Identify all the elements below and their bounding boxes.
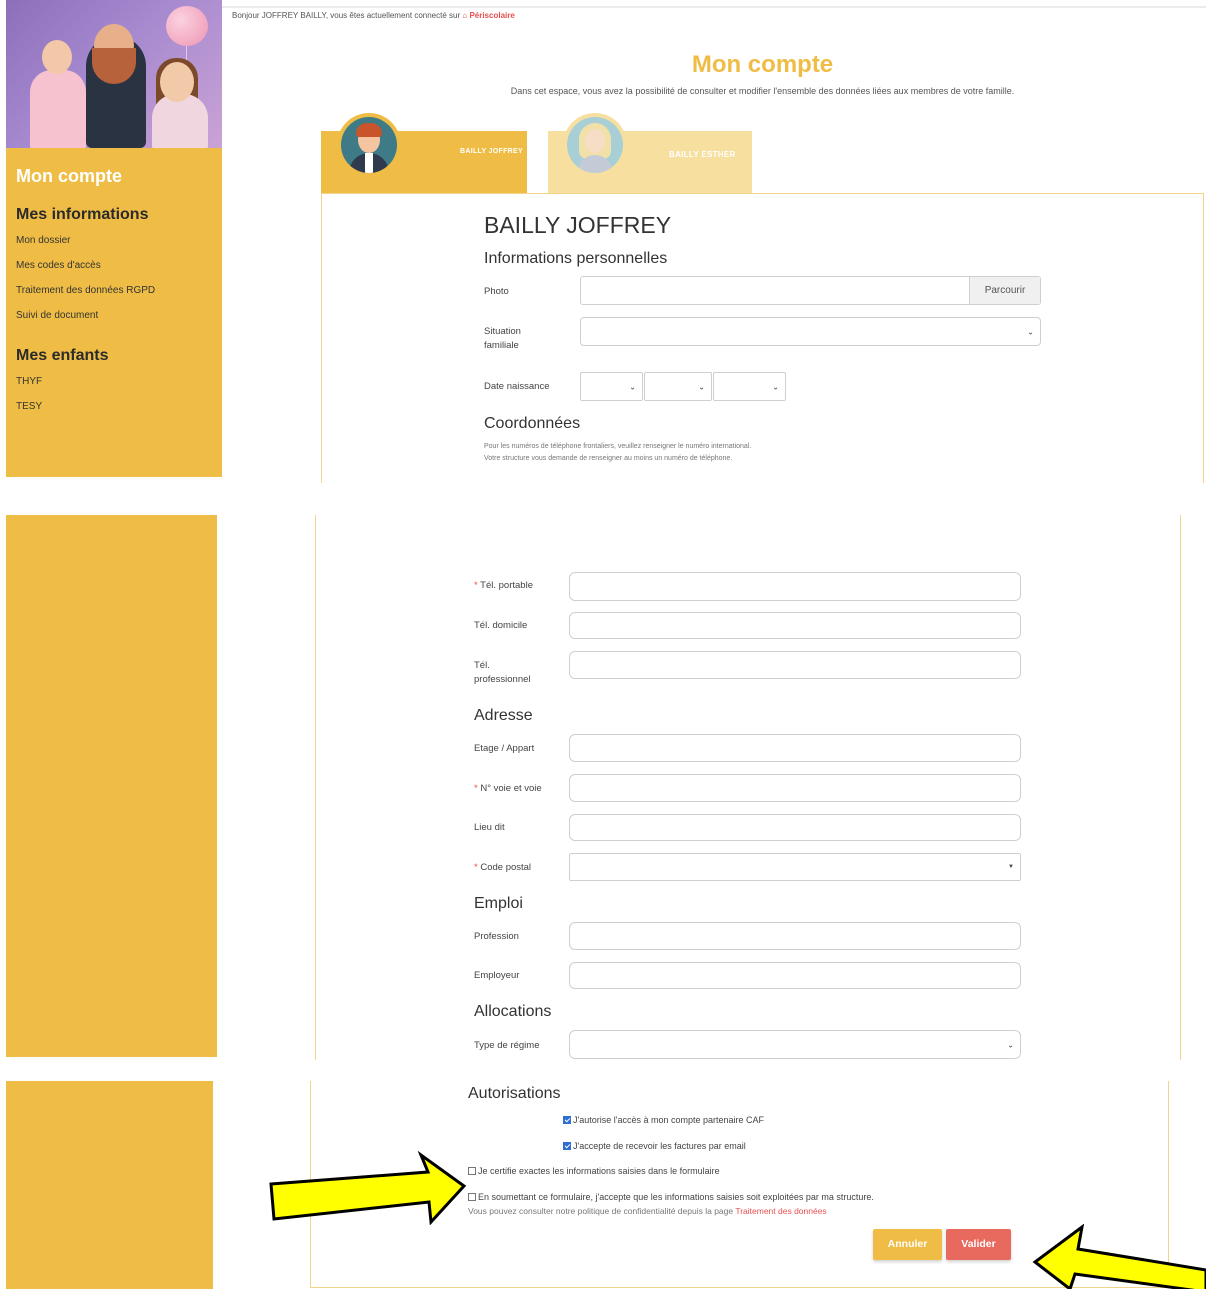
checkbox-unchecked-icon[interactable]	[468, 1167, 476, 1175]
contact-note: Votre structure vous demande de renseign…	[484, 455, 733, 462]
chevron-down-icon: ⌄	[772, 382, 779, 391]
privacy-policy-note: Vous pouvez consulter notre politique de…	[468, 1206, 827, 1216]
chevron-down-icon: ⌄	[1007, 1040, 1014, 1049]
sidebar-heading-informations: Mes informations	[16, 206, 149, 223]
left-arrow-icon	[1032, 1224, 1206, 1289]
person-name: BAILLY JOFFREY	[484, 212, 672, 238]
sidebar: Mon compte Mes informations Mon dossier …	[6, 0, 222, 477]
sidebar-heading-children: Mes enfants	[16, 347, 109, 364]
submit-button[interactable]: Valider	[946, 1229, 1011, 1260]
work-phone-input[interactable]	[569, 651, 1021, 679]
profession-input[interactable]	[569, 922, 1021, 950]
floor-label: Etage / Appart	[474, 743, 535, 754]
page-intro: Dans cet espace, vous avez la possibilit…	[510, 86, 1015, 96]
locality-input[interactable]	[569, 814, 1021, 841]
street-input[interactable]	[569, 774, 1021, 802]
regime-label: Type de régime	[474, 1040, 540, 1051]
consent-checkbox[interactable]: En soumettant ce formulaire, j'accepte q…	[468, 1192, 874, 1202]
home-phone-label: Tél. domicile	[474, 620, 528, 631]
regime-select[interactable]: ⌄	[569, 1030, 1021, 1059]
avatar-man-icon[interactable]	[337, 113, 401, 177]
sidebar-item-child[interactable]: THYF	[16, 376, 42, 387]
portal-link[interactable]: Périscolaire	[469, 11, 514, 20]
balloon-shape	[166, 6, 208, 46]
address-heading: Adresse	[474, 707, 533, 724]
checkbox-checked-icon[interactable]	[563, 1116, 571, 1124]
chevron-down-icon: ⌄	[629, 382, 636, 391]
sidebar-title[interactable]: Mon compte	[16, 166, 122, 187]
authorizations-heading: Autorisations	[468, 1085, 561, 1102]
chevron-down-icon: ⌄	[698, 382, 705, 391]
allowance-heading: Allocations	[474, 1003, 552, 1020]
job-heading: Emploi	[474, 895, 523, 912]
privacy-policy-link[interactable]: Traitement des données	[735, 1206, 826, 1216]
caf-authorization-checkbox[interactable]: J'autorise l'accès à mon compte partenai…	[563, 1115, 764, 1125]
street-label: * N° voie et voie	[474, 783, 542, 794]
certify-checkbox[interactable]: Je certifie exactes les informations sai…	[468, 1166, 720, 1176]
mobile-phone-input[interactable]	[569, 572, 1021, 601]
header-divider	[221, 6, 1206, 8]
work-phone-label: Tél. professionnel	[474, 660, 531, 685]
profession-label: Profession	[474, 931, 519, 942]
contact-note: Pour les numéros de téléphone frontalier…	[484, 443, 752, 450]
connection-greeting: Bonjour JOFFREY BAILLY, vous êtes actuel…	[232, 11, 515, 20]
chevron-down-icon: ⌄	[1027, 327, 1034, 336]
right-arrow-icon	[269, 1150, 467, 1225]
birth-month-select[interactable]: ⌄	[644, 372, 712, 401]
mobile-label: * Tél. portable	[474, 580, 533, 591]
caret-down-icon: ▼	[1008, 864, 1014, 870]
sidebar-continued	[6, 515, 217, 1057]
photo-label: Photo	[484, 286, 509, 297]
locality-label: Lieu dit	[474, 822, 505, 833]
family-hero-image	[6, 0, 222, 148]
sidebar-item-child[interactable]: TESY	[16, 401, 42, 412]
greeting-text: Bonjour JOFFREY BAILLY, vous êtes actuel…	[232, 11, 461, 20]
email-invoices-checkbox[interactable]: J'accepte de recevoir les factures par e…	[563, 1141, 746, 1151]
page-title: Mon compte	[691, 51, 834, 78]
postal-code-select[interactable]: ▼	[569, 853, 1021, 881]
birth-year-select[interactable]: ⌄	[713, 372, 786, 401]
sidebar-item-rgpd[interactable]: Traitement des données RGPD	[16, 285, 155, 296]
home-phone-input[interactable]	[569, 612, 1021, 639]
floor-input[interactable]	[569, 734, 1021, 762]
checkbox-checked-icon[interactable]	[563, 1142, 571, 1150]
personal-info-heading: Informations personnelles	[484, 250, 668, 267]
cancel-button[interactable]: Annuler	[873, 1229, 942, 1260]
browse-button[interactable]: Parcourir	[969, 277, 1040, 304]
contact-heading: Coordonnées	[484, 415, 581, 432]
family-status-label: Situation familiale	[484, 326, 521, 351]
checkbox-unchecked-icon[interactable]	[468, 1193, 476, 1201]
sidebar-continued	[6, 1081, 213, 1289]
tab-label: BAILLY ESTHER	[669, 150, 736, 159]
tab-label: BAILLY JOFFREY	[460, 148, 523, 155]
portal-home-icon: ⌂	[462, 11, 468, 20]
sidebar-item-dossier[interactable]: Mon dossier	[16, 235, 70, 246]
postal-code-label: * Code postal	[474, 862, 532, 873]
sidebar-item-access-codes[interactable]: Mes codes d'accès	[16, 260, 101, 271]
photo-file-input[interactable]: Parcourir	[580, 276, 1041, 305]
employer-label: Employeur	[474, 970, 520, 981]
employer-input[interactable]	[569, 962, 1021, 989]
family-status-select[interactable]: ⌄	[580, 317, 1041, 346]
birth-date-label: Date naissance	[484, 381, 550, 392]
sidebar-item-document-tracking[interactable]: Suivi de document	[16, 310, 98, 321]
avatar-woman-icon[interactable]	[563, 113, 627, 177]
birth-day-select[interactable]: ⌄	[580, 372, 643, 401]
